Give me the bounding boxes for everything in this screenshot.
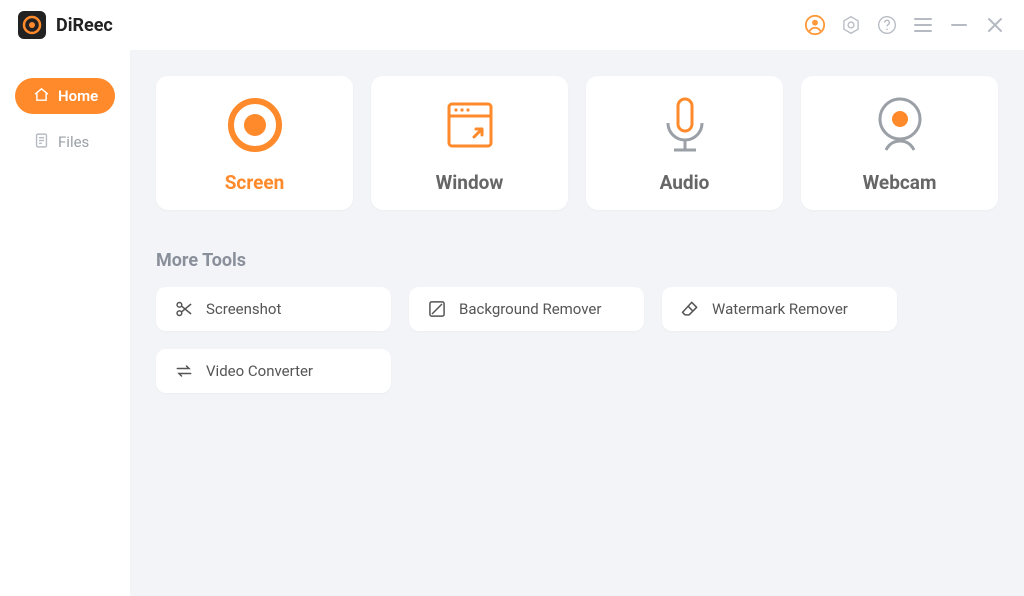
mode-label: Webcam	[863, 171, 937, 194]
sidebar-item-label: Home	[58, 87, 98, 105]
close-icon[interactable]	[984, 14, 1006, 36]
tool-label: Watermark Remover	[712, 300, 848, 318]
logo-icon	[18, 11, 46, 39]
more-tools-heading: More Tools	[156, 250, 998, 271]
scissors-icon	[174, 299, 194, 319]
bg-remove-icon	[427, 299, 447, 319]
app-name: DiReec	[56, 15, 113, 36]
sidebar-item-files[interactable]: Files	[15, 124, 115, 160]
convert-icon	[174, 361, 194, 381]
tool-screenshot[interactable]: Screenshot	[156, 287, 391, 331]
tool-background-remover[interactable]: Background Remover	[409, 287, 644, 331]
window-icon	[441, 93, 499, 157]
mode-card-audio[interactable]: Audio	[586, 76, 783, 210]
mode-card-screen[interactable]: Screen	[156, 76, 353, 210]
tool-label: Video Converter	[206, 362, 313, 380]
screen-record-icon	[223, 93, 287, 157]
files-icon	[33, 132, 50, 153]
mode-label: Window	[436, 171, 504, 194]
sidebar-item-label: Files	[58, 133, 89, 151]
mode-card-webcam[interactable]: Webcam	[801, 76, 998, 210]
home-icon	[33, 86, 50, 107]
titlebar: DiReec	[0, 0, 1024, 50]
microphone-icon	[656, 93, 714, 157]
mode-card-window[interactable]: Window	[371, 76, 568, 210]
tool-video-converter[interactable]: Video Converter	[156, 349, 391, 393]
sidebar: Home Files	[0, 50, 130, 596]
mode-label: Audio	[660, 171, 710, 194]
sidebar-item-home[interactable]: Home	[15, 78, 115, 114]
app-logo: DiReec	[18, 11, 113, 39]
eraser-icon	[680, 299, 700, 319]
mode-label: Screen	[225, 171, 285, 194]
tool-label: Screenshot	[206, 300, 281, 318]
settings-icon[interactable]	[840, 14, 862, 36]
tool-label: Background Remover	[459, 300, 601, 318]
menu-icon[interactable]	[912, 14, 934, 36]
main-panel: Screen Window Audio Webcam	[130, 50, 1024, 596]
help-icon[interactable]	[876, 14, 898, 36]
minimize-icon[interactable]	[948, 14, 970, 36]
account-icon[interactable]	[804, 14, 826, 36]
recording-modes: Screen Window Audio Webcam	[156, 76, 998, 210]
tool-watermark-remover[interactable]: Watermark Remover	[662, 287, 897, 331]
webcam-icon	[871, 93, 929, 157]
more-tools-grid: Screenshot Background Remover Watermark …	[156, 287, 998, 393]
